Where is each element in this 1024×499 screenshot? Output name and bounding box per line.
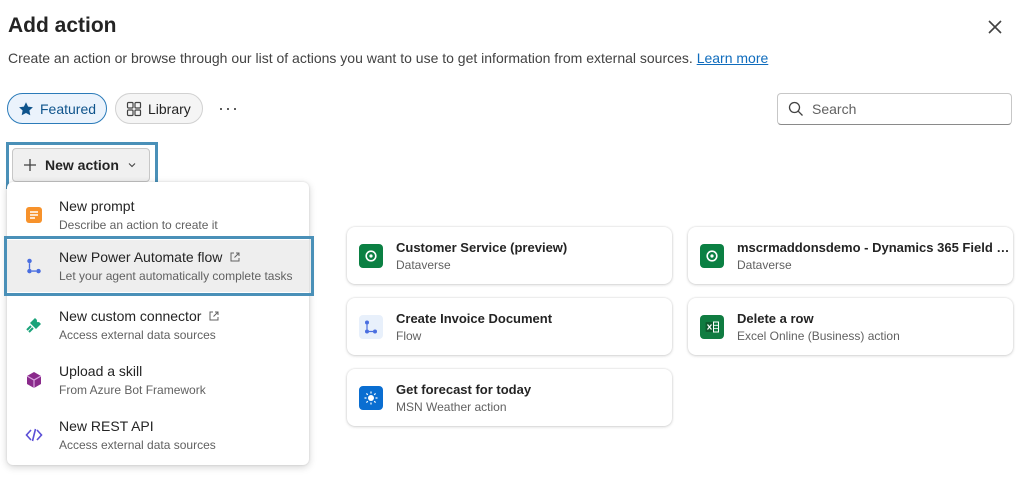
search-input[interactable] [812,101,992,117]
tab-library-label: Library [148,100,191,117]
learn-more-link[interactable]: Learn more [697,50,769,66]
skill-icon [23,369,45,391]
action-card-customer-service[interactable]: Customer Service (preview) Dataverse [347,227,672,284]
external-link-icon [209,311,219,321]
excel-icon [700,314,724,339]
close-icon[interactable] [984,16,1006,38]
code-icon [23,424,45,446]
action-card-create-invoice[interactable]: Create Invoice Document Flow [347,298,672,355]
card-title: Customer Service (preview) [396,239,568,255]
action-card-mscrmaddonsdemo[interactable]: mscrmaddonsdemo - Dynamics 365 Field Ser… [688,227,1013,284]
menu-item-subtitle: Describe an action to create it [59,218,218,232]
dataverse-icon [700,243,724,268]
menu-item-title: New prompt [59,198,135,214]
new-action-label: New action [45,157,119,173]
menu-item-subtitle: Access external data sources [59,438,216,452]
connector-icon [23,314,45,336]
card-subtitle: Dataverse [737,257,792,272]
menu-item-upload-skill[interactable]: Upload a skill From Azure Bot Framework [7,354,309,406]
new-action-menu: New prompt Describe an action to create … [7,182,309,465]
weather-icon [359,385,383,410]
card-subtitle: Dataverse [396,257,451,272]
menu-item-highlight [4,236,314,296]
menu-item-new-custom-connector[interactable]: New custom connector Access external dat… [7,299,309,351]
menu-item-new-prompt[interactable]: New prompt Describe an action to create … [7,189,309,241]
tab-library[interactable]: Library [115,93,203,124]
dataverse-icon [359,243,383,268]
card-subtitle: MSN Weather action [396,399,507,414]
action-card-get-forecast[interactable]: Get forecast for today MSN Weather actio… [347,369,672,426]
menu-item-subtitle: From Azure Bot Framework [59,383,206,397]
menu-item-title: Upload a skill [59,363,143,379]
star-icon [19,101,33,115]
chevron-down-icon [128,163,136,168]
dialog-title: Add action [8,14,117,37]
dialog-description: Create an action or browse through our l… [8,50,768,66]
library-icon [126,101,142,116]
plus-icon [24,159,36,171]
action-card-delete-row[interactable]: Delete a row Excel Online (Business) act… [688,298,1013,355]
card-title: mscrmaddonsdemo - Dynamics 365 Field Ser… [737,239,1013,255]
card-subtitle: Flow [396,328,422,343]
menu-item-title: New REST API [59,418,154,434]
menu-item-subtitle: Access external data sources [59,328,216,342]
menu-item-title: New custom connector [59,308,202,324]
card-title: Get forecast for today [396,381,532,397]
description-text: Create an action or browse through our l… [8,50,693,66]
card-subtitle: Excel Online (Business) action [737,328,900,343]
search-icon [788,101,803,116]
menu-item-new-rest-api[interactable]: New REST API Access external data source… [7,409,309,461]
search-box[interactable] [777,93,1012,125]
tab-featured-label: Featured [40,100,97,117]
prompt-icon [23,204,45,226]
more-options-button[interactable]: ··· [218,98,239,119]
flow-icon [359,314,383,339]
tab-featured[interactable]: Featured [7,93,107,124]
card-title: Delete a row [737,310,814,326]
new-action-button[interactable]: New action [12,148,150,182]
card-title: Create Invoice Document [396,310,553,326]
